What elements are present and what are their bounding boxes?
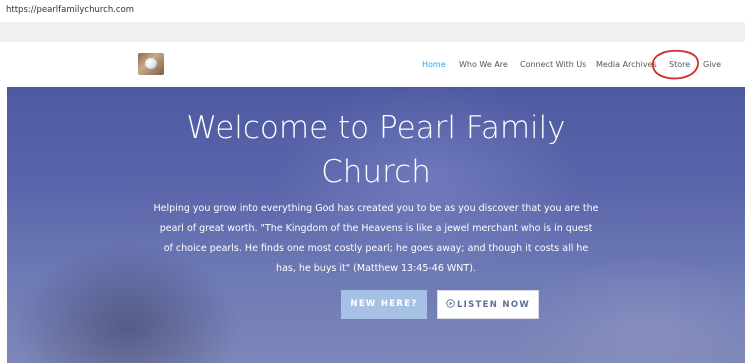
url-text[interactable]: https://pearlfamilychurch.com [6,5,134,15]
nav-item-media-archives[interactable]: Media Archives [596,61,657,69]
nav-item-give[interactable]: Give [703,61,721,69]
play-circle-icon [446,299,455,308]
hero-title-line2: Church [321,154,431,190]
new-here-label: NEW HERE? [350,299,418,309]
new-here-button[interactable]: NEW HERE? [341,290,427,319]
hero-title-line1: Welcome to Pearl Family [186,110,566,146]
browser-toolbar-strip [0,22,745,42]
nav-item-connect-with-us[interactable]: Connect With Us [520,61,586,69]
nav-item-who-we-are[interactable]: Who We Are [459,61,508,69]
site-header: Home Who We Are Connect With Us Media Ar… [0,42,745,112]
hero-section: Welcome to Pearl Family Church Helping y… [7,87,745,363]
nav-item-store[interactable]: Store [669,61,690,69]
hero-text-line: pearl of great worth. "The Kingdom of th… [159,223,593,234]
listen-now-label: LISTEN NOW [456,300,531,310]
address-bar[interactable]: https://pearlfamilychurch.com [0,0,745,22]
listen-now-button[interactable]: LISTEN NOW [437,290,539,319]
hero-text-line: of choice pearls. He finds one most cost… [163,243,589,254]
hero-text-line: Helping you grow into everything God has… [153,203,599,214]
nav-item-home[interactable]: Home [422,61,446,69]
pearl-logo-icon [145,58,157,69]
site-logo[interactable] [138,53,164,75]
hero-text-line: has, he buys it" (Matthew 13:45-46 WNT). [276,263,476,274]
